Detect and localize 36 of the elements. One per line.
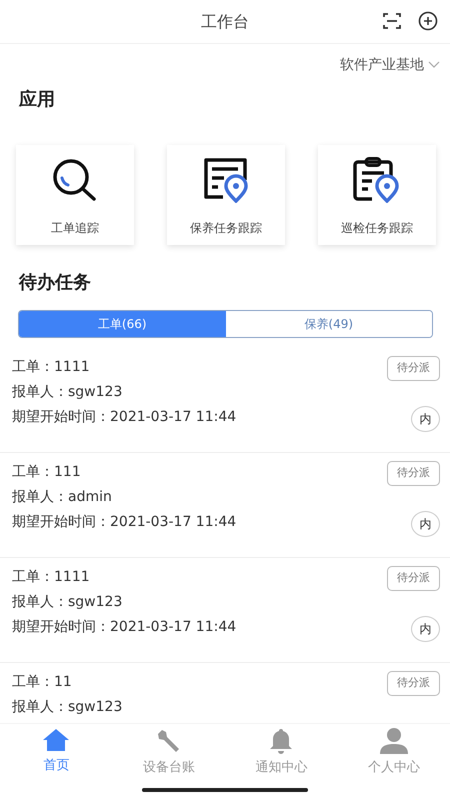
add-icon[interactable] xyxy=(418,11,438,31)
scan-icon[interactable] xyxy=(382,11,402,31)
task-field: 报单人：sgw123 xyxy=(12,380,122,405)
task-field: 工单：1111 xyxy=(12,565,90,590)
task-field: 期望开始时间：2021-03-17 11:44 xyxy=(12,510,236,535)
nav-tab[interactable]: 首页 xyxy=(0,724,112,778)
internal-tag: 内 xyxy=(411,511,440,537)
segment-tab[interactable]: 工单(66) xyxy=(19,311,226,337)
status-button[interactable]: 待分派 xyxy=(387,356,440,380)
status-button[interactable]: 待分派 xyxy=(387,461,440,486)
task-field: 工单：111 xyxy=(12,460,81,485)
task-field: 报单人：sgw123 xyxy=(12,695,122,720)
app-card[interactable]: 保养任务跟踪 xyxy=(167,145,285,245)
section-title: 应用 xyxy=(19,88,56,112)
internal-tag: 内 xyxy=(411,406,440,432)
task-field: 报单人：admin xyxy=(12,485,112,510)
location-dropdown[interactable]: 软件产业基地 xyxy=(340,54,440,76)
status-button[interactable]: 待分派 xyxy=(387,671,440,696)
section-title: 待办任务 xyxy=(19,271,92,295)
app-card[interactable]: 工单追踪 xyxy=(16,145,134,245)
search-icon xyxy=(51,157,99,203)
task-field: 期望开始时间：2021-03-17 11:44 xyxy=(12,405,236,430)
nav-tab[interactable]: 个人中心 xyxy=(338,724,450,778)
status-button[interactable]: 待分派 xyxy=(387,566,440,590)
app-card[interactable]: 巡检任务跟踪 xyxy=(318,145,436,245)
nav-tab[interactable]: 设备台账 xyxy=(112,724,225,778)
chevron-down-icon xyxy=(428,61,440,69)
person-icon xyxy=(378,728,409,754)
task-field: 工单：1111 xyxy=(12,355,90,380)
internal-tag: 内 xyxy=(411,616,440,642)
nav-tab[interactable]: 通知中心 xyxy=(225,724,338,778)
home-icon xyxy=(42,728,70,752)
task-field: 报单人：sgw123 xyxy=(12,590,122,615)
page-title: 工作台 xyxy=(201,10,249,32)
task-field: 期望开始时间：2021-03-17 11:44 xyxy=(12,615,236,640)
task-field: 工单：11 xyxy=(12,670,72,695)
